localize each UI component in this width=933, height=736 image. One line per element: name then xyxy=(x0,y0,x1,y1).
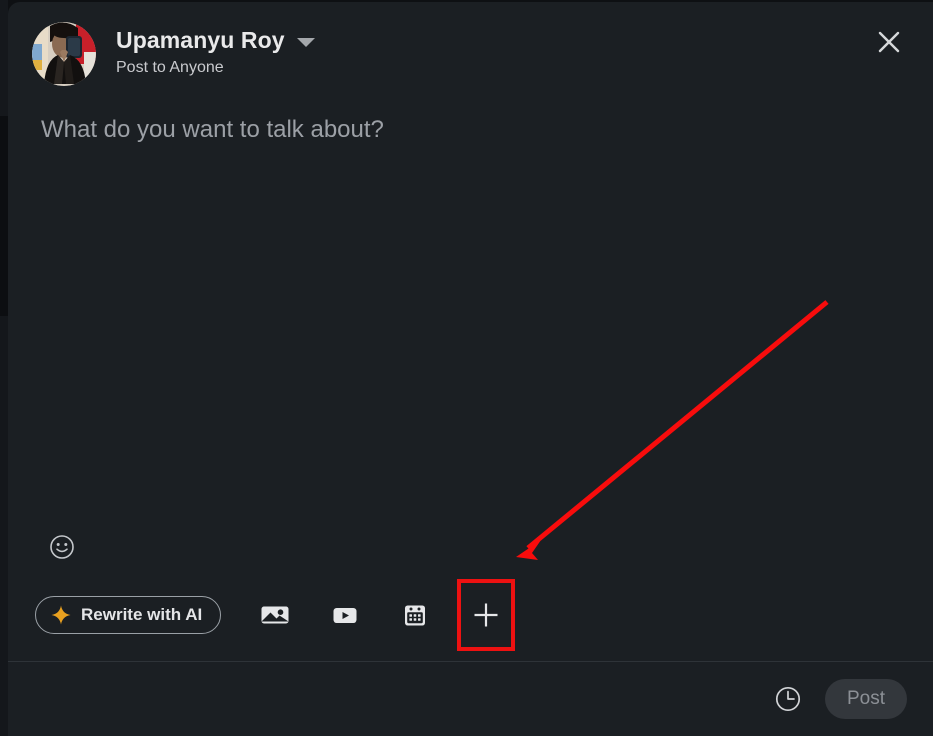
schedule-post-button[interactable] xyxy=(771,682,805,716)
modal-header: Upamanyu Roy Post to Anyone xyxy=(8,2,933,86)
rewrite-with-ai-label: Rewrite with AI xyxy=(81,605,202,625)
modal-footer: Post xyxy=(8,662,933,736)
post-button-label: Post xyxy=(847,688,885,710)
image-icon xyxy=(261,601,289,629)
add-video-button[interactable] xyxy=(317,587,373,643)
calendar-event-icon xyxy=(401,601,429,629)
close-icon xyxy=(876,29,902,55)
share-post-modal: Upamanyu Roy Post to Anyone What do you … xyxy=(8,2,933,736)
emoji-smiley-icon xyxy=(49,534,75,560)
emoji-button[interactable] xyxy=(48,533,76,561)
add-event-button[interactable] xyxy=(387,587,443,643)
editor-placeholder: What do you want to talk about? xyxy=(41,114,909,145)
post-editor[interactable]: What do you want to talk about? xyxy=(8,86,933,525)
avatar[interactable] xyxy=(32,22,96,86)
add-more-button[interactable] xyxy=(457,579,515,651)
chevron-down-icon[interactable] xyxy=(297,38,315,47)
composer-toolbar: Rewrite with AI xyxy=(8,569,933,661)
avatar-photo xyxy=(32,22,96,86)
post-button[interactable]: Post xyxy=(825,679,907,719)
close-button[interactable] xyxy=(867,20,911,64)
clock-icon xyxy=(773,684,803,714)
author-identity: Upamanyu Roy Post to Anyone xyxy=(116,22,315,77)
backdrop-strip-middle xyxy=(0,116,8,316)
emoji-row xyxy=(8,525,933,569)
author-row[interactable]: Upamanyu Roy xyxy=(116,28,315,53)
sparkle-icon xyxy=(51,605,71,625)
audience-selector-label[interactable]: Post to Anyone xyxy=(116,58,315,77)
backdrop-strip-bottom xyxy=(0,316,8,736)
author-name: Upamanyu Roy xyxy=(116,28,285,53)
rewrite-with-ai-button[interactable]: Rewrite with AI xyxy=(35,596,221,634)
video-icon xyxy=(331,601,359,629)
backdrop-strip-top xyxy=(0,0,8,116)
plus-icon xyxy=(471,600,501,630)
add-photo-button[interactable] xyxy=(247,587,303,643)
